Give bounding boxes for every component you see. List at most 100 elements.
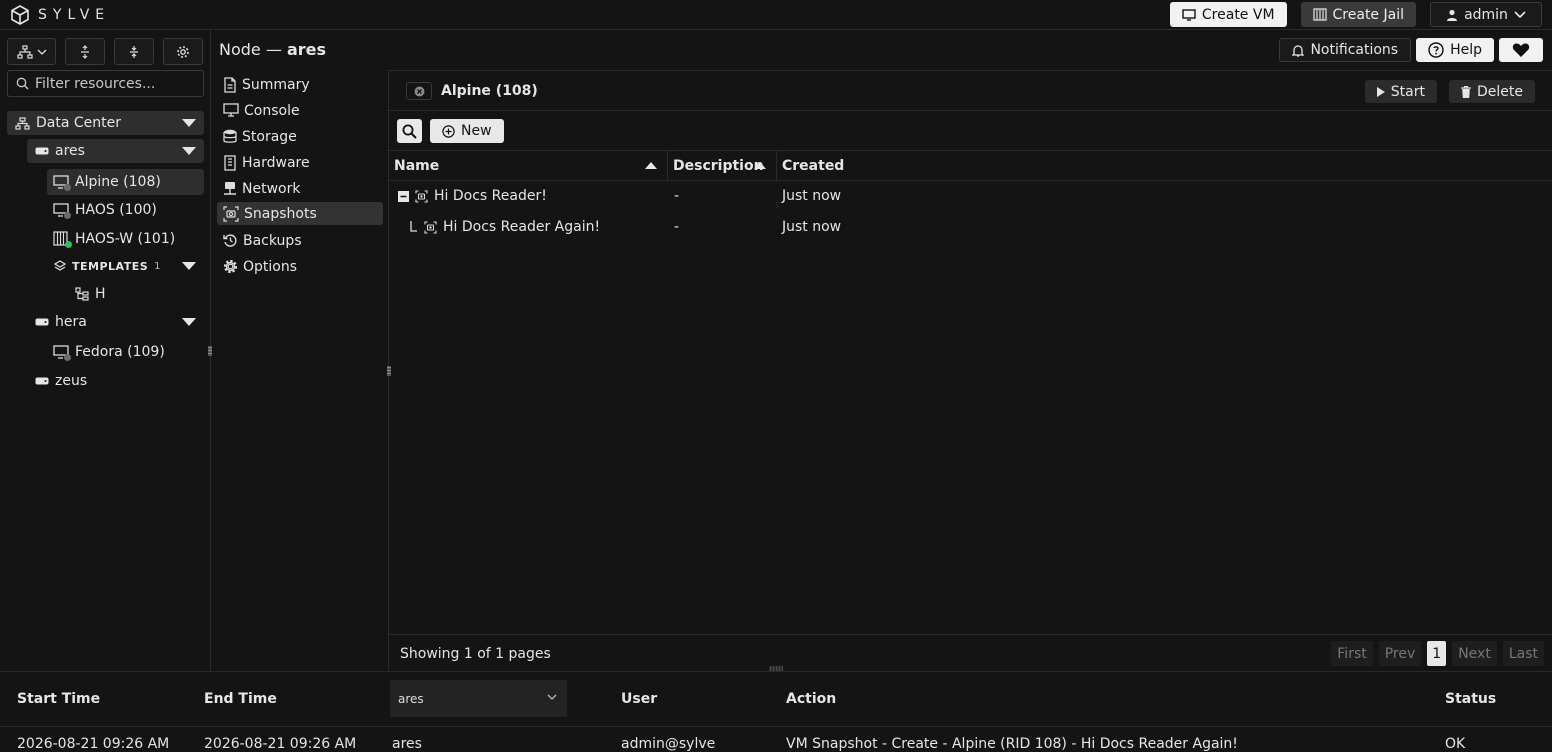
jail-icon (53, 231, 72, 248)
nav-summary[interactable]: Summary (217, 73, 383, 96)
nav-label: Snapshots (244, 205, 317, 222)
collapse-all-button[interactable] (114, 38, 154, 65)
start-button[interactable]: Start (1364, 80, 1437, 103)
column-created[interactable]: Created (777, 151, 1552, 181)
nav-console[interactable]: Console (217, 99, 383, 122)
nav-label: Network (242, 180, 301, 197)
brand[interactable]: SYLVE (10, 4, 111, 25)
column-created-label: Created (782, 158, 845, 174)
nav-options[interactable]: Options (217, 255, 383, 278)
pagination: First Prev 1 Next Last (1331, 641, 1544, 666)
help-circle-icon (1428, 42, 1444, 58)
tree-templates-group[interactable]: TEMPLATES 1 (47, 254, 204, 278)
notifications-button[interactable]: Notifications (1279, 38, 1412, 62)
delete-button[interactable]: Delete (1449, 80, 1535, 103)
tree-jail-haos-w[interactable]: HAOS-W (101) (47, 227, 204, 251)
create-jail-button[interactable]: Create Jail (1300, 2, 1416, 27)
sidebar-settings-button[interactable] (163, 38, 203, 65)
nav-label: Options (243, 258, 298, 275)
column-name[interactable]: Name (389, 151, 668, 181)
task-col-action[interactable]: Action (786, 672, 836, 726)
collapse-icon (127, 45, 141, 59)
sort-asc-icon (645, 162, 657, 169)
tree-datacenter[interactable]: Data Center (7, 111, 204, 135)
table-row[interactable]: Hi Docs Reader! - Just now (389, 181, 1552, 211)
tree-vm-fedora[interactable]: Fedora (109) (47, 340, 204, 364)
nav-label: Hardware (242, 154, 310, 171)
nav-label: Backups (243, 232, 302, 249)
help-button[interactable]: Help (1416, 38, 1494, 62)
table-row[interactable]: Hi Docs Reader Again! - Just now (389, 212, 1552, 242)
page-1-button[interactable]: 1 (1427, 641, 1447, 666)
monitor-icon (53, 174, 71, 191)
top-bar: SYLVE Create VM Create Jail admin (0, 0, 1552, 30)
monitor-icon (53, 344, 71, 361)
start-label: Start (1390, 83, 1425, 100)
expand-all-button[interactable] (65, 38, 105, 65)
task-action: VM Snapshot - Create - Alpine (RID 108) … (786, 736, 1238, 752)
chevron-down-icon (547, 694, 557, 700)
new-snapshot-button[interactable]: New (430, 119, 504, 143)
filter-resources[interactable] (7, 70, 204, 97)
tree-node-ares[interactable]: ares (27, 139, 204, 163)
snapshot-name: Hi Docs Reader! (434, 188, 547, 204)
templates-label: TEMPLATES (72, 259, 149, 273)
nav-snapshots[interactable]: Snapshots (217, 202, 383, 225)
tree-datacenter-label: Data Center (36, 115, 121, 131)
caret-down-icon (182, 119, 196, 127)
task-col-status[interactable]: Status (1445, 672, 1496, 726)
monitor-icon (1182, 8, 1196, 21)
view-mode-button[interactable] (7, 38, 56, 65)
nav-storage[interactable]: Storage (217, 125, 383, 148)
filter-input[interactable] (35, 75, 195, 92)
trash-icon (1461, 85, 1471, 98)
nav-label: Console (244, 102, 300, 119)
brand-name: SYLVE (38, 6, 111, 23)
task-end-time: 2026-08-21 09:26 AM (204, 736, 357, 752)
create-vm-button[interactable]: Create VM (1169, 2, 1287, 27)
donate-button[interactable] (1499, 38, 1543, 62)
task-log: Start Time End Time ares User Action Sta… (0, 671, 1552, 752)
column-description[interactable]: Description (668, 151, 777, 181)
delete-label: Delete (1477, 83, 1523, 100)
cube-logo-icon (10, 4, 30, 25)
tree-vm-label: HAOS (100) (75, 202, 157, 218)
next-page-button[interactable]: Next (1452, 641, 1497, 666)
tree-vm-alpine[interactable]: Alpine (108) (47, 169, 204, 195)
search-button[interactable] (397, 119, 422, 143)
server-icon (35, 377, 49, 385)
server-icon (35, 147, 49, 155)
tree-branch-icon (410, 221, 418, 233)
tree-template-h[interactable]: H (73, 282, 204, 306)
bell-icon (1292, 44, 1305, 57)
tree-vm-label: Alpine (108) (75, 174, 161, 190)
prev-page-button[interactable]: Prev (1378, 641, 1422, 666)
camera-icon (223, 205, 239, 222)
nav-backups[interactable]: Backups (217, 229, 383, 252)
nav-network[interactable]: Network (217, 177, 383, 200)
snapshot-name: Hi Docs Reader Again! (443, 219, 601, 235)
nav-hardware[interactable]: Hardware (217, 151, 383, 174)
tree-node-hera[interactable]: hera (27, 310, 204, 334)
task-col-end[interactable]: End Time (204, 672, 277, 726)
tree-node-zeus[interactable]: zeus (27, 369, 204, 393)
close-tab-button[interactable] (406, 82, 432, 100)
collapse-square-icon[interactable] (398, 190, 409, 202)
tree-jail-label: HAOS-W (101) (75, 231, 176, 247)
chevron-down-icon (1514, 10, 1526, 19)
task-col-user[interactable]: User (621, 672, 657, 726)
tree-vm-haos[interactable]: HAOS (100) (47, 198, 204, 222)
tree-node-label: zeus (55, 373, 88, 389)
hardware-icon (223, 154, 237, 171)
last-page-button[interactable]: Last (1502, 641, 1544, 666)
database-icon (223, 129, 237, 144)
snapshot-created: Just now (782, 219, 842, 235)
template-tree-icon (75, 287, 89, 301)
create-vm-label: Create VM (1201, 6, 1275, 23)
network-icon (223, 181, 237, 196)
task-col-start[interactable]: Start Time (17, 672, 100, 726)
user-menu-button[interactable]: admin (1430, 2, 1542, 27)
expand-icon (78, 44, 92, 59)
first-page-button[interactable]: First (1331, 641, 1373, 666)
node-filter-select[interactable]: ares (390, 680, 567, 717)
